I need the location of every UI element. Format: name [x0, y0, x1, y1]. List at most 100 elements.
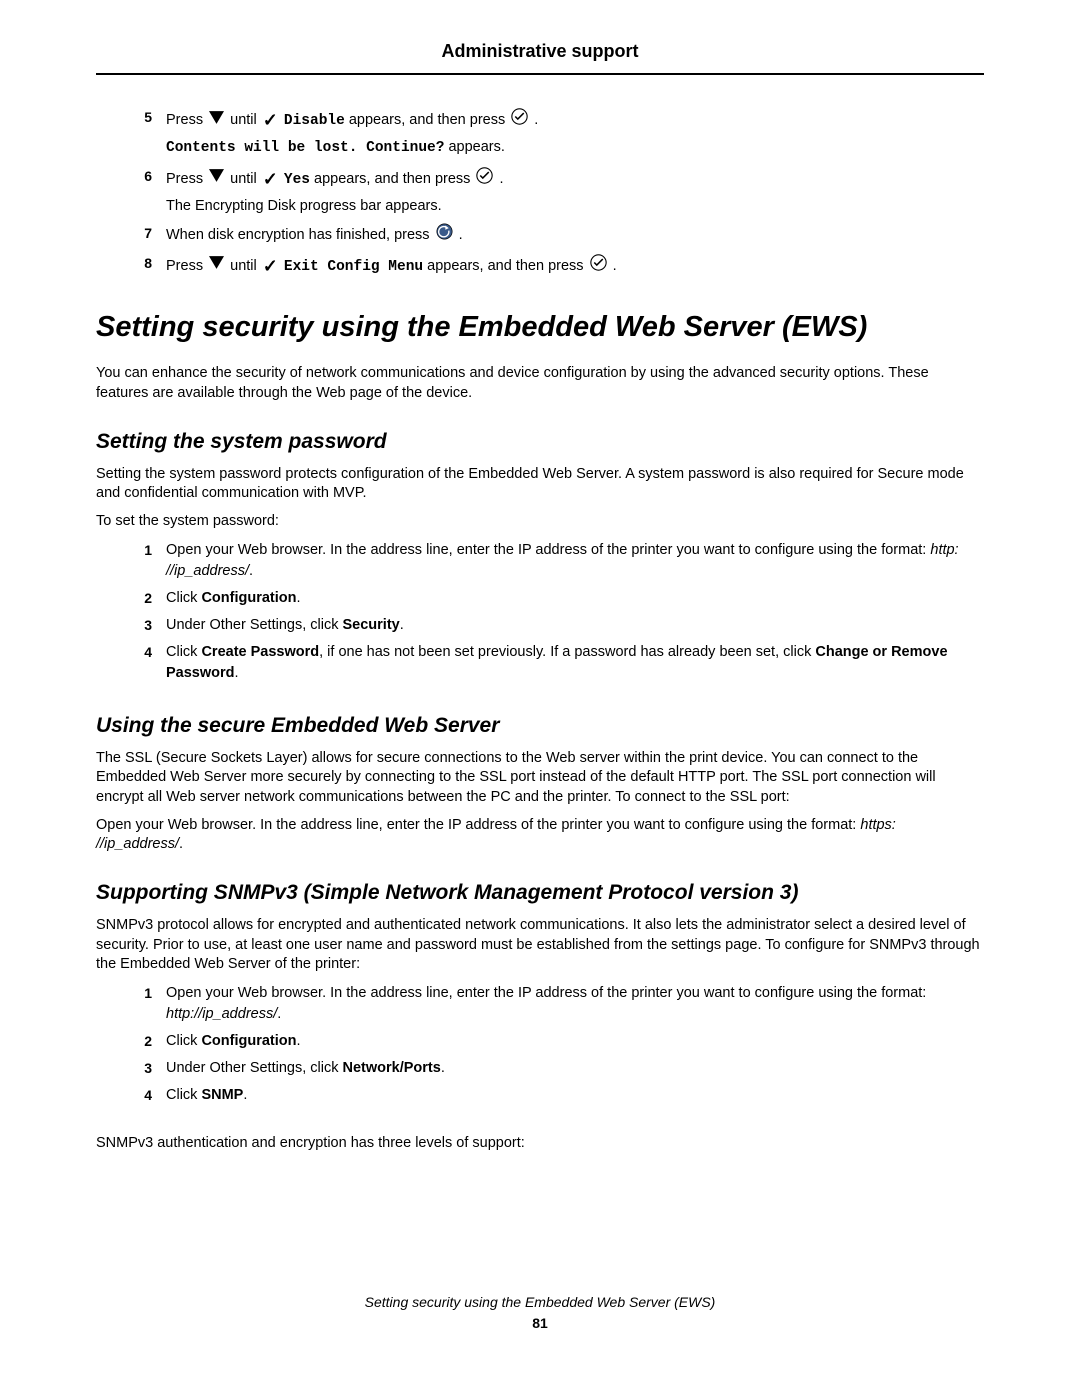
- list-item: 1 Open your Web browser. In the address …: [96, 983, 984, 1025]
- bold-term: SNMP: [201, 1087, 243, 1103]
- top-step-list: 5 Press until ✓ Disable appears, and the…: [96, 107, 984, 278]
- check-icon: ✓: [263, 169, 278, 189]
- step-subtext: The Encrypting Disk progress bar appears…: [166, 196, 984, 217]
- text: .: [499, 170, 503, 186]
- step-number: 1: [96, 983, 166, 1004]
- text: .: [235, 665, 239, 681]
- step-number: 5: [96, 107, 166, 128]
- snmp-steps: 1 Open your Web browser. In the address …: [96, 983, 984, 1106]
- paragraph: Setting the system password protects con…: [96, 465, 984, 504]
- step-body: Press until ✓ Yes appears, and then pres…: [166, 166, 984, 217]
- text: Under Other Settings, click: [166, 1060, 343, 1076]
- url-text: http://ip_address/: [166, 1006, 277, 1022]
- text: .: [441, 1060, 445, 1076]
- select-button-icon: [590, 254, 607, 278]
- select-button-icon: [476, 167, 493, 191]
- list-item: 3 Under Other Settings, click Security.: [96, 615, 984, 636]
- paragraph: The SSL (Secure Sockets Layer) allows fo…: [96, 749, 984, 808]
- text: .: [534, 112, 538, 128]
- step-5: 5 Press until ✓ Disable appears, and the…: [96, 107, 984, 159]
- paragraph: SNMPv3 protocol allows for encrypted and…: [96, 916, 984, 975]
- text: until: [230, 258, 261, 274]
- step-number: 2: [96, 1031, 166, 1052]
- command-text: Disable: [284, 113, 345, 129]
- text: , if one has not been set previously. If…: [319, 644, 815, 660]
- list-item: 1 Open your Web browser. In the address …: [96, 540, 984, 582]
- step-body: Under Other Settings, click Network/Port…: [166, 1058, 984, 1079]
- step-number: 8: [96, 253, 166, 274]
- step-body: Under Other Settings, click Security.: [166, 615, 984, 636]
- step-body: Open your Web browser. In the address li…: [166, 983, 984, 1025]
- step-number: 3: [96, 1058, 166, 1079]
- step-number: 7: [96, 223, 166, 244]
- text: .: [613, 258, 617, 274]
- step-number: 1: [96, 540, 166, 561]
- paragraph: You can enhance the security of network …: [96, 364, 984, 403]
- paragraph: SNMPv3 authentication and encryption has…: [96, 1134, 984, 1154]
- command-text: Exit Config Menu: [284, 259, 423, 275]
- text: .: [459, 226, 463, 242]
- text: until: [230, 112, 261, 128]
- text: Press: [166, 258, 207, 274]
- check-icon: ✓: [263, 110, 278, 130]
- bold-term: Security: [343, 617, 400, 633]
- text: Click: [166, 644, 201, 660]
- text: appears.: [444, 139, 504, 155]
- page-header: Administrative support: [96, 40, 984, 75]
- step-6: 6 Press until ✓ Yes appears, and then pr…: [96, 166, 984, 217]
- step-subtext: Contents will be lost. Continue? appears…: [166, 137, 984, 159]
- text: Under Other Settings, click: [166, 617, 343, 633]
- text: Open your Web browser. In the address li…: [166, 542, 930, 558]
- text: appears, and then press: [349, 112, 509, 128]
- bold-term: Configuration: [201, 1033, 296, 1049]
- list-item: 2 Click Configuration.: [96, 1031, 984, 1052]
- step-body: Click Configuration.: [166, 1031, 984, 1052]
- step-number: 4: [96, 642, 166, 663]
- step-number: 6: [96, 166, 166, 187]
- heading-ews: Setting security using the Embedded Web …: [96, 309, 984, 347]
- step-body: Open your Web browser. In the address li…: [166, 540, 984, 582]
- paragraph: To set the system password:: [96, 512, 984, 532]
- text: appears, and then press: [314, 170, 474, 186]
- text: .: [243, 1087, 247, 1103]
- heading-snmpv3: Supporting SNMPv3 (Simple Network Manage…: [96, 879, 984, 906]
- step-number: 2: [96, 588, 166, 609]
- paragraph: Open your Web browser. In the address li…: [96, 816, 984, 855]
- step-8: 8 Press until ✓ Exit Config Menu appears…: [96, 253, 984, 279]
- text: Click: [166, 590, 201, 606]
- text: .: [249, 563, 253, 579]
- step-body: Press until ✓ Disable appears, and then …: [166, 107, 984, 159]
- text: Open your Web browser. In the address li…: [96, 817, 860, 833]
- down-arrow-icon: [209, 255, 224, 276]
- step-body: Click Create Password, if one has not be…: [166, 642, 984, 684]
- heading-system-password: Setting the system password: [96, 428, 984, 455]
- text: Click: [166, 1033, 201, 1049]
- text: Click: [166, 1087, 201, 1103]
- text: appears, and then press: [427, 258, 587, 274]
- select-button-icon: [511, 108, 528, 132]
- step-body: Click Configuration.: [166, 588, 984, 609]
- bold-term: Create Password: [201, 644, 319, 660]
- list-item: 3 Under Other Settings, click Network/Po…: [96, 1058, 984, 1079]
- down-arrow-icon: [209, 168, 224, 189]
- bold-term: Network/Ports: [343, 1060, 441, 1076]
- down-arrow-icon: [209, 110, 224, 131]
- command-text: Yes: [284, 171, 310, 187]
- text: Press: [166, 170, 207, 186]
- back-button-icon: [436, 223, 453, 247]
- prompt-text: Contents will be lost. Continue?: [166, 140, 444, 156]
- check-icon: ✓: [263, 256, 278, 276]
- text: .: [400, 617, 404, 633]
- text: .: [179, 836, 183, 852]
- step-body: Click SNMP.: [166, 1085, 984, 1106]
- text: until: [230, 170, 261, 186]
- step-7: 7 When disk encryption has finished, pre…: [96, 223, 984, 247]
- password-steps: 1 Open your Web browser. In the address …: [96, 540, 984, 684]
- text: Press: [166, 112, 207, 128]
- bold-term: Configuration: [201, 590, 296, 606]
- page-footer: Setting security using the Embedded Web …: [96, 1293, 984, 1331]
- list-item: 4 Click Create Password, if one has not …: [96, 642, 984, 684]
- text: .: [297, 1033, 301, 1049]
- text: Open your Web browser. In the address li…: [166, 985, 926, 1001]
- text: .: [277, 1006, 281, 1022]
